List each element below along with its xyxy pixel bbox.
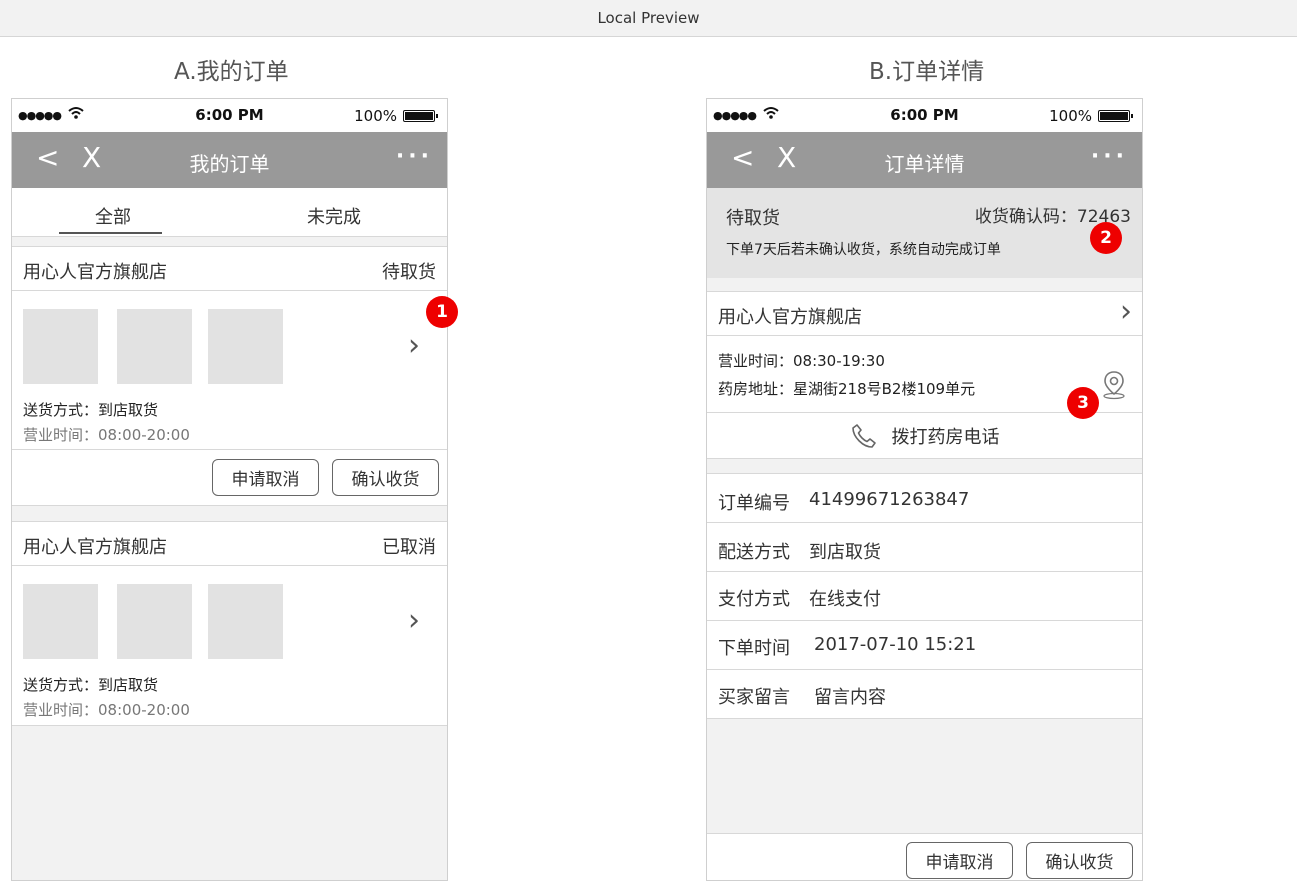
detail-label: 支付方式: [718, 589, 790, 610]
phone-screen-my-orders: ●●●●● 6:00 PM 100% < X 我的订单 ··· 全部 未完成 用…: [11, 98, 448, 881]
store-name: 用心人官方旗舰店: [718, 307, 862, 328]
order-header: 用心人官方旗舰店 待取货: [12, 247, 447, 291]
order-card[interactable]: 用心人官方旗舰店 待取货 › 送货方式：到店取货 营业时间：08:00-20:0…: [12, 246, 447, 506]
window-title-bar: Local Preview: [0, 0, 1297, 37]
battery-icon: [1098, 110, 1133, 122]
phone-icon: [851, 424, 876, 448]
order-tabs: 全部 未完成: [12, 188, 447, 237]
annotation-badge: 1: [426, 296, 458, 328]
detail-row-payment: 支付方式 在线支付: [707, 572, 1142, 621]
product-image: [208, 584, 283, 659]
chevron-right-icon[interactable]: ›: [408, 331, 420, 361]
order-header: 用心人官方旗舰店 已取消: [12, 522, 447, 566]
order-state-label: 待取货: [726, 208, 780, 229]
annotation-badge: 3: [1067, 387, 1099, 419]
order-status: 待取货: [382, 262, 436, 283]
product-image: [23, 584, 98, 659]
business-hours: 营业时间：08:00-20:00: [23, 426, 190, 444]
confirm-receipt-button[interactable]: 确认收货: [332, 459, 439, 496]
window-title: Local Preview: [597, 9, 700, 27]
nav-title: 订单详情: [884, 152, 965, 176]
battery-icon: [403, 110, 438, 122]
confirm-receipt-button[interactable]: 确认收货: [1026, 842, 1133, 879]
phone-screen-order-detail: ●●●●● 6:00 PM 100% < X 订单详情 ··· 待取货 收货确认…: [706, 98, 1143, 881]
status-bar: ●●●●● 6:00 PM 100%: [12, 99, 447, 132]
detail-label: 买家留言: [718, 687, 790, 708]
detail-value: 2017-07-10 15:21: [814, 634, 977, 655]
store-name: 用心人官方旗舰店: [23, 262, 167, 283]
tab-incomplete[interactable]: 未完成: [307, 203, 361, 229]
product-image: [208, 309, 283, 384]
nav-bar: < X 我的订单 ···: [12, 132, 447, 188]
detail-value: 在线支付: [809, 589, 881, 610]
call-pharmacy-button[interactable]: 拨打药房电话: [707, 413, 1142, 459]
tab-all[interactable]: 全部: [95, 203, 131, 229]
bottom-action-bar: 申请取消 确认收货: [707, 833, 1142, 880]
nav-bar: < X 订单详情 ···: [707, 132, 1142, 188]
divider: [12, 449, 447, 450]
request-cancel-button[interactable]: 申请取消: [212, 459, 319, 496]
order-card[interactable]: 用心人官方旗舰店 已取消 › 送货方式：到店取货 营业时间：08:00-20:0…: [12, 521, 447, 726]
more-menu-button[interactable]: ···: [396, 144, 433, 169]
detail-label: 订单编号: [718, 493, 790, 514]
status-bar: ●●●●● 6:00 PM 100%: [707, 99, 1142, 132]
battery-percent: 100%: [354, 107, 397, 125]
request-cancel-button[interactable]: 申请取消: [906, 842, 1013, 879]
chevron-right-icon: ›: [1120, 294, 1132, 329]
call-pharmacy-label: 拨打药房电话: [891, 427, 1000, 448]
detail-value: 到店取货: [809, 542, 881, 563]
order-details: 订单编号 41499671263847 配送方式 到店取货 支付方式 在线支付 …: [707, 473, 1142, 719]
nav-title: 我的订单: [189, 152, 270, 176]
annotation-badge: 2: [1090, 222, 1122, 254]
delivery-method: 送货方式：到店取货: [23, 401, 159, 419]
store-address: 药房地址：星湖街218号B2楼109单元: [718, 380, 976, 398]
detail-row-order-number: 订单编号 41499671263847: [707, 474, 1142, 523]
store-hours: 营业时间：08:30-19:30: [718, 352, 885, 370]
delivery-method: 送货方式：到店取货: [23, 676, 159, 694]
product-image: [117, 584, 192, 659]
store-name: 用心人官方旗舰店: [23, 537, 167, 558]
more-menu-button[interactable]: ···: [1091, 144, 1128, 169]
battery-percent: 100%: [1049, 107, 1092, 125]
chevron-right-icon[interactable]: ›: [408, 606, 420, 636]
detail-label: 下单时间: [718, 638, 790, 659]
order-status: 已取消: [382, 537, 436, 558]
screen-a-heading: A.我的订单: [174, 59, 289, 85]
detail-row-order-time: 下单时间 2017-07-10 15:21: [707, 621, 1142, 670]
product-image: [23, 309, 98, 384]
location-pin-icon[interactable]: [1101, 370, 1127, 400]
store-card: 用心人官方旗舰店 › 营业时间：08:30-19:30 药房地址：星湖街218号…: [707, 291, 1142, 459]
detail-value: 留言内容: [814, 687, 886, 708]
active-tab-indicator: [59, 232, 162, 234]
detail-value: 41499671263847: [809, 489, 970, 510]
product-image: [117, 309, 192, 384]
auto-complete-note: 下单7天后若未确认收货，系统自动完成订单: [726, 242, 1001, 258]
screen-b-heading: B.订单详情: [869, 59, 985, 85]
detail-row-delivery: 配送方式 到店取货: [707, 523, 1142, 572]
detail-row-buyer-message: 买家留言 留言内容: [707, 670, 1142, 719]
order-state-panel: 待取货 收货确认码：72463 下单7天后若未确认收货，系统自动完成订单: [707, 188, 1142, 278]
business-hours: 营业时间：08:00-20:00: [23, 701, 190, 719]
store-row[interactable]: 用心人官方旗舰店 ›: [707, 292, 1142, 336]
detail-label: 配送方式: [718, 542, 790, 563]
